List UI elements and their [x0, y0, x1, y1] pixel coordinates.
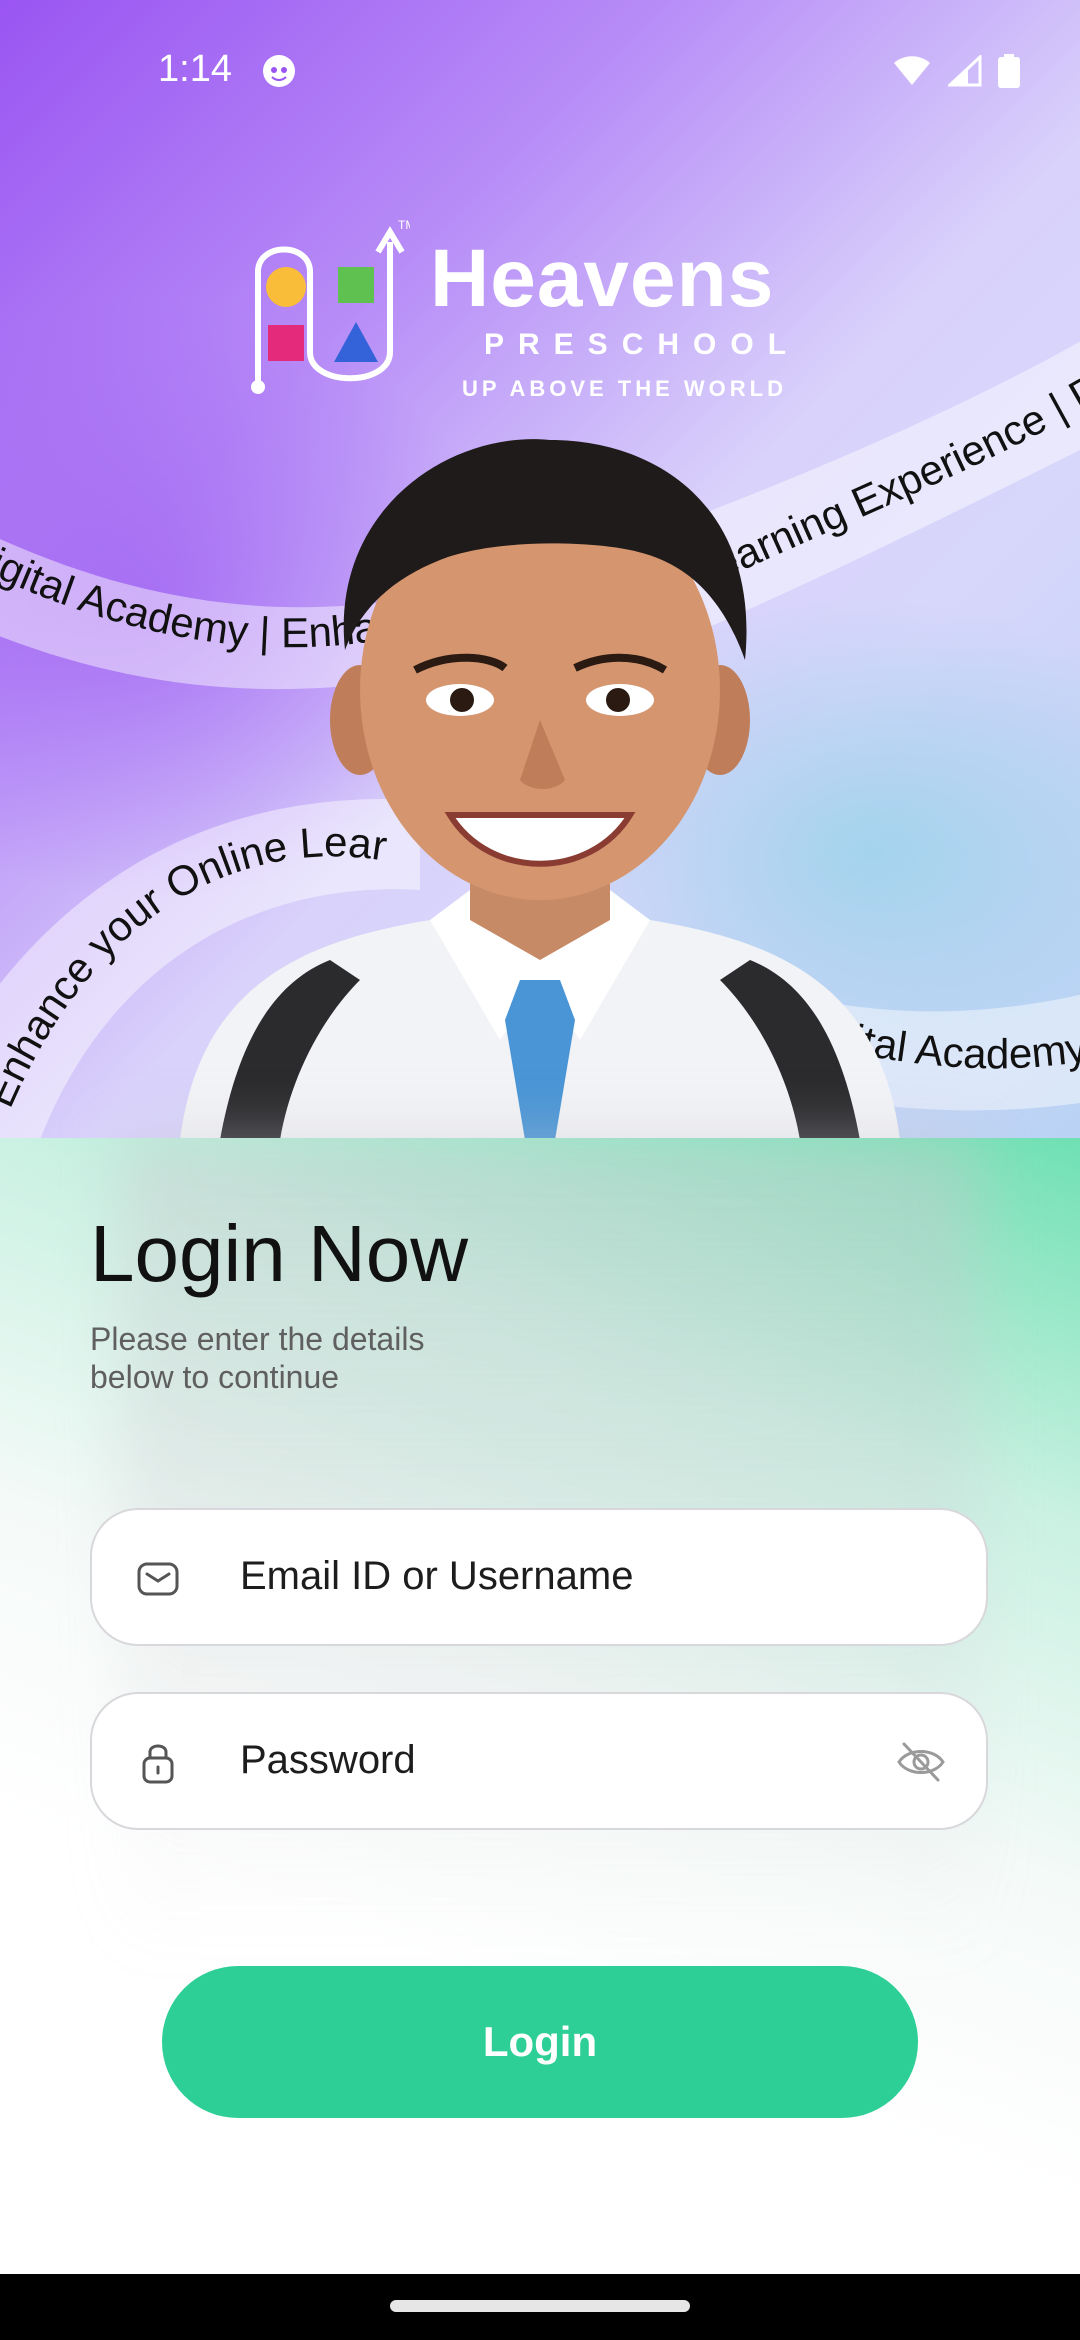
brand-tagline: UP ABOVE THE WORLD	[462, 376, 788, 401]
lock-icon	[142, 1744, 174, 1784]
password-field[interactable]: Password	[90, 1692, 988, 1830]
status-time: 1:14	[158, 48, 232, 90]
brand-name: Heavens	[430, 233, 775, 324]
email-placeholder: Email ID or Username	[240, 1554, 634, 1598]
page-subtitle: Please enter the details below to contin…	[90, 1321, 425, 1396]
brand-sub: PRESCHOOL	[484, 328, 801, 361]
eye-off-icon[interactable]	[896, 1740, 946, 1784]
signal-icon	[948, 55, 982, 87]
login-button[interactable]: Login	[162, 1966, 918, 2118]
hero-banner: Digital Academy | Enhance your Online Le…	[0, 0, 1080, 1140]
mail-icon	[137, 1562, 179, 1596]
system-nav-bar	[0, 2274, 1080, 2340]
notification-icon	[263, 55, 295, 87]
wifi-icon	[894, 56, 930, 85]
student-photo	[180, 439, 900, 1140]
home-indicator[interactable]	[390, 2300, 690, 2312]
trademark-symbol: TM	[398, 218, 410, 232]
email-field[interactable]: Email ID or Username	[90, 1508, 988, 1646]
status-bar: 1:14	[0, 0, 1080, 140]
page-title: Login Now	[90, 1209, 469, 1298]
battery-icon	[998, 54, 1020, 88]
password-placeholder: Password	[240, 1738, 416, 1782]
brand-logo: TM Heavens PRESCHOOL UP ABOVE THE WORLD	[250, 212, 850, 402]
logo-mark-icon: TM	[251, 218, 410, 394]
